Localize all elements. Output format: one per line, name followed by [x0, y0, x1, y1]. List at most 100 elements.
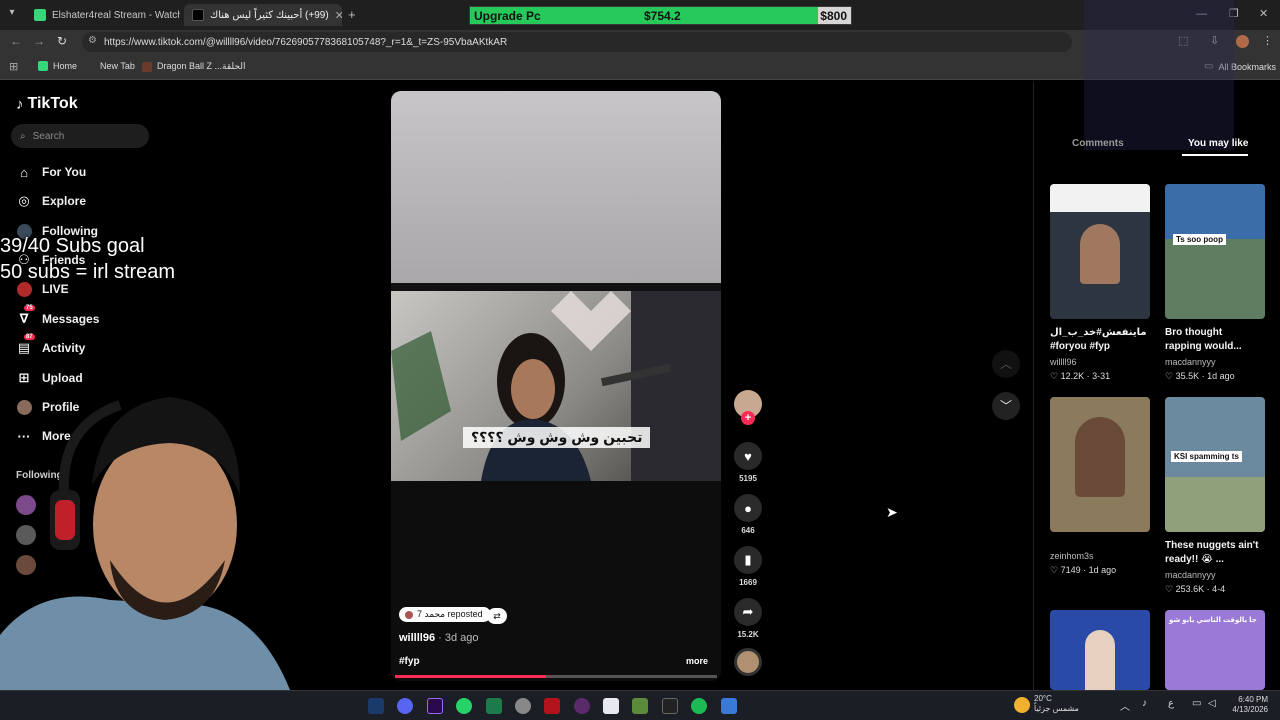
- previous-video-button[interactable]: ︿: [992, 350, 1020, 378]
- nav-activity[interactable]: ▤ 87 Activity: [16, 334, 85, 356]
- close-tab-icon[interactable]: ✕: [329, 9, 342, 22]
- card-stats: ♡ 12.2K · 3-31: [1050, 371, 1111, 381]
- recommended-video-card[interactable]: KSI spamming ts: [1165, 397, 1265, 532]
- close-window-icon[interactable]: ✕: [1259, 7, 1268, 20]
- recommended-video-card[interactable]: Ts soo poop: [1165, 184, 1265, 319]
- bookmark-dragon-ball[interactable]: Dragon Ball Z ...الحلقة: [142, 61, 245, 72]
- sound-disc-button[interactable]: [734, 648, 762, 676]
- save-button[interactable]: ▮ 1669: [734, 546, 762, 587]
- follow-plus-icon[interactable]: +: [741, 411, 755, 425]
- network-icon[interactable]: ▭: [1192, 698, 1201, 709]
- nav-upload[interactable]: ⊞ Upload: [16, 370, 83, 386]
- next-video-button[interactable]: ﹀: [992, 392, 1020, 420]
- tab-tiktok[interactable]: (99+) أحبينك كثيراً ليس هناك ✕: [184, 4, 342, 26]
- reposter-avatar: [405, 610, 413, 619]
- card-author[interactable]: macdannyyy: [1165, 357, 1216, 367]
- whatsapp-icon[interactable]: [456, 698, 472, 714]
- card-date: 1d ago: [1207, 371, 1235, 381]
- apps-grid-icon[interactable]: ⊞: [9, 60, 18, 73]
- video-author[interactable]: willll96: [399, 632, 435, 644]
- media-icon[interactable]: [486, 698, 502, 714]
- volume-icon[interactable]: ◁: [1208, 698, 1216, 709]
- taskbar-app-icon[interactable]: [368, 698, 384, 714]
- repost-icon[interactable]: ⇄: [487, 608, 507, 624]
- tab-tiktok-label: (99+) أحبينك كثيراً ليس هناك: [210, 9, 329, 21]
- recommended-video-card[interactable]: جا يالوقت الناسي بابو شو: [1165, 610, 1265, 690]
- site-info-icon[interactable]: ⚙: [88, 35, 97, 46]
- share-button[interactable]: ➦ 15.2K: [734, 598, 762, 639]
- video-thumbnail: [1050, 397, 1150, 532]
- tab-stream-label: Elshater4real Stream - Watch L: [52, 9, 180, 21]
- search-box[interactable]: ⌕ Search: [11, 124, 149, 148]
- heart-outline-icon: ♡: [1165, 371, 1174, 381]
- video-more-link[interactable]: more: [686, 656, 708, 666]
- video-hashtags[interactable]: #fyp: [399, 656, 420, 667]
- microphone-icon[interactable]: ♪: [1142, 698, 1147, 709]
- recommended-video-card[interactable]: [1050, 397, 1150, 532]
- menu-icon[interactable]: ⋮: [1262, 34, 1273, 47]
- thumbnail-text: جا يالوقت الناسي بابو شو: [1169, 617, 1257, 624]
- bookmark-dragon-ball-label: Dragon Ball Z ...الحلقة: [157, 61, 246, 71]
- discord-icon[interactable]: [397, 698, 413, 714]
- editor-icon[interactable]: [721, 698, 737, 714]
- video-caption-overlay: تحبين وش وش وش ؟؟؟؟: [463, 427, 651, 448]
- card-author[interactable]: zeinhom3s: [1050, 551, 1094, 561]
- card-date: 1d ago: [1088, 565, 1117, 575]
- premiere-icon[interactable]: [427, 698, 443, 714]
- card-title[interactable]: These nuggets ain't ready!! 😭 ...: [1165, 539, 1260, 567]
- address-bar[interactable]: ⚙ https://www.tiktok.com/@willll96/video…: [82, 32, 1072, 52]
- search-input[interactable]: Search: [33, 131, 65, 142]
- video-progress-track[interactable]: [395, 675, 717, 678]
- card-author[interactable]: macdannyyy: [1165, 570, 1216, 580]
- bookmark-new-tab[interactable]: New Tab: [100, 61, 135, 71]
- tiktok-logo-text: TikTok: [27, 95, 78, 112]
- video-thumbnail: جا يالوقت الناسي بابو شو: [1165, 610, 1265, 690]
- tray-chevron-icon[interactable]: ︿: [1120, 698, 1130, 713]
- author-avatar-button[interactable]: +: [734, 390, 762, 425]
- upgrade-label: Upgrade Pc: [474, 9, 541, 23]
- nav-explore[interactable]: ◎ Explore: [16, 193, 86, 209]
- upload-icon: ⊞: [18, 370, 30, 385]
- streamer-webcam: [0, 397, 290, 690]
- comment-button[interactable]: ● 646: [734, 494, 762, 535]
- reload-icon[interactable]: ↻: [54, 34, 70, 48]
- tab-comments[interactable]: Comments: [1072, 138, 1124, 149]
- new-tab-icon[interactable]: +: [348, 7, 356, 22]
- recommended-video-card[interactable]: [1050, 610, 1150, 690]
- clock-time: 6:40 PM: [1238, 695, 1268, 704]
- video-thumbnail: [1050, 184, 1150, 319]
- nav-messages[interactable]: ∇ 75 Messages: [16, 305, 99, 327]
- clock[interactable]: 6:40 PM 4/13/2026: [1228, 695, 1268, 715]
- weather-widget[interactable]: 20°C مشمس جزئياً: [1034, 694, 1079, 714]
- weather-icon[interactable]: [1014, 697, 1030, 713]
- language-indicator[interactable]: ع: [1168, 698, 1174, 709]
- like-button[interactable]: ♥ 5195: [734, 442, 762, 483]
- spotify-icon[interactable]: [691, 698, 707, 714]
- tab-you-may-like[interactable]: You may like: [1188, 138, 1248, 149]
- card-title[interactable]: Bro thought rapping would...: [1165, 326, 1260, 354]
- reposted-tag[interactable]: محمد 7 reposted: [399, 607, 491, 622]
- acrobat-icon[interactable]: [544, 698, 560, 714]
- recommended-video-card[interactable]: [1050, 184, 1150, 319]
- clock-date: 4/13/2026: [1232, 705, 1268, 714]
- card-stats: ♡ 35.5K · 1d ago: [1165, 371, 1235, 381]
- chrome-icon[interactable]: [515, 698, 531, 714]
- forward-icon[interactable]: →: [31, 34, 47, 48]
- card-title[interactable]: ماينفعش#خد_ب_ال #foryou #fyp: [1050, 326, 1147, 354]
- minecraft-icon[interactable]: [632, 698, 648, 714]
- epic-icon[interactable]: [662, 698, 678, 714]
- tab-search-icon[interactable]: ▾: [4, 7, 20, 18]
- bookmark-home[interactable]: Home: [38, 61, 77, 71]
- video-player[interactable]: تحبين وش وش وش ؟؟؟؟ محمد 7 reposted ⇄ wi…: [391, 91, 721, 681]
- video-top-frame: [391, 91, 721, 283]
- obs-icon[interactable]: [574, 698, 590, 714]
- bookmark-new-tab-label: New Tab: [100, 61, 135, 71]
- card-author[interactable]: willll96: [1050, 357, 1077, 367]
- profile-avatar[interactable]: [1236, 35, 1249, 48]
- card-stats: ♡ 7149 · 1d ago: [1050, 565, 1117, 575]
- explorer-icon[interactable]: [603, 698, 619, 714]
- back-icon[interactable]: ←: [8, 34, 24, 48]
- tiktok-logo[interactable]: ♪ TikTok: [16, 95, 78, 113]
- nav-for-you[interactable]: ⌂ For You: [16, 164, 86, 180]
- tab-stream[interactable]: Elshater4real Stream - Watch L ✕: [26, 4, 180, 26]
